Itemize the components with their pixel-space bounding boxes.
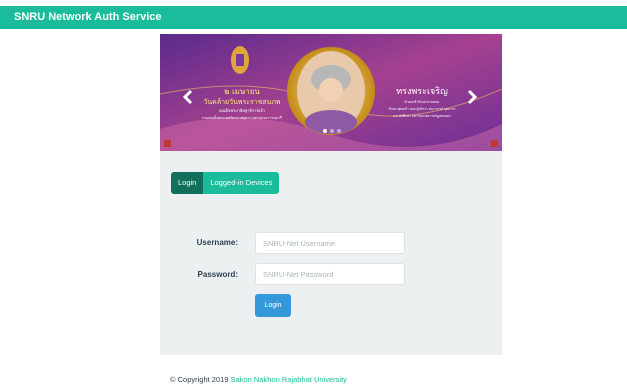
tab-login[interactable]: Login [171,172,204,194]
password-input[interactable] [255,263,405,285]
royal-emblem-icon [231,46,249,74]
brand-title[interactable]: SNRU Network Auth Service [14,11,162,23]
banner-carousel[interactable]: ๒ เมษายน วันคล้ายวันพระราชสมภพ สมเด็จพระ… [160,34,502,151]
banner-occasion: วันคล้ายวันพระราชสมภพ [203,98,281,106]
corner-logo-right [491,140,498,147]
username-input[interactable] [255,232,405,254]
carousel-indicator-1[interactable] [323,129,327,133]
tab-logged-in-devices[interactable]: Logged-in Devices [203,172,280,194]
auth-panel: ๒ เมษายน วันคล้ายวันพระราชสมภพ สมเด็จพระ… [160,34,502,355]
university-link[interactable]: Sakon Nakhon Rajabhat University [231,375,347,384]
carousel-indicator-2[interactable] [330,129,334,133]
corner-logo-left [164,140,171,147]
password-label: Password: [197,270,238,279]
username-label: Username: [196,238,238,247]
banner-date: ๒ เมษายน [224,87,260,96]
top-navbar: SNRU Network Auth Service [0,6,627,29]
copyright-text: © Copyright 2019 [170,375,229,384]
portrait-frame [287,47,375,135]
banner-blessing: ทรงพระเจริญ [396,86,448,97]
banner-image: ๒ เมษายน วันคล้ายวันพระราชสมภพ สมเด็จพระ… [160,34,502,151]
banner-right-line-4: และนักศึกษา มหาวิทยาลัยราชภัฏสกลนคร [393,114,451,118]
banner-left-line-4: กรมสมเด็จพระเทพรัตนราชสุดาฯ สยามบรมราชกุ… [202,114,282,121]
footer: © Copyright 2019 Sakon Nakhon Rajabhat U… [170,375,347,384]
banner-left-line-3: สมเด็จพระกนิษฐาธิราชเจ้า [219,107,265,113]
carousel-indicator-3[interactable] [337,129,341,133]
banner-right-line-2: ด้วยเกล้าด้วยกระหม่อม [405,100,440,104]
auth-tabs: Login Logged-in Devices [171,172,280,194]
login-button[interactable]: Login [255,294,291,317]
